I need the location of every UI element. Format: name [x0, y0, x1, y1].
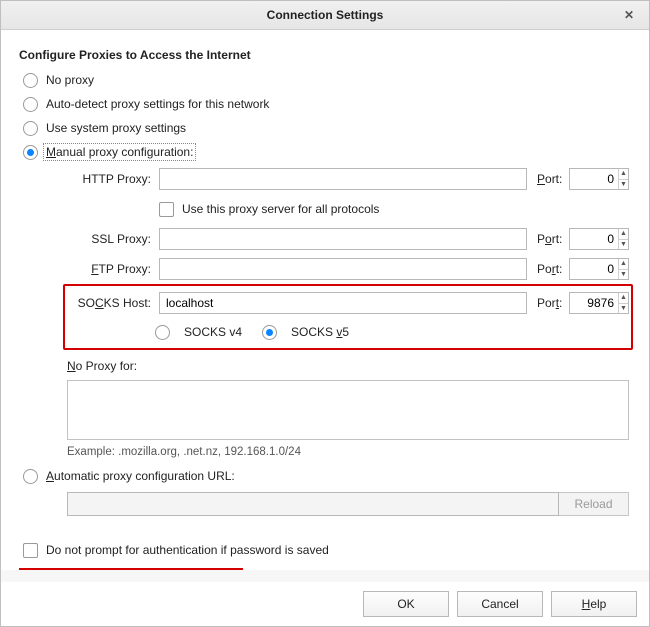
ssl-proxy-label: SSL Proxy: — [67, 232, 155, 246]
highlight-socks: SOCKS Host: Port: ▲▼ SOCKS v4 SOCKS v5 — [63, 284, 633, 350]
radio-system-proxy[interactable]: Use system proxy settings — [19, 116, 631, 140]
dialog-footer: OK Cancel Help — [1, 582, 649, 626]
ftp-proxy-row: FTP Proxy: Port: ▲▼ — [67, 254, 629, 284]
http-proxy-label: HTTP Proxy: — [67, 172, 155, 186]
radio-icon — [23, 469, 38, 484]
content-area: Configure Proxies to Access the Internet… — [1, 30, 649, 570]
window-title: Connection Settings — [267, 8, 384, 22]
radio-socks-v5[interactable]: SOCKS v5 — [291, 325, 349, 339]
socks-port-input[interactable] — [570, 295, 618, 311]
port-label: Port: — [537, 232, 565, 246]
socks-version-row: SOCKS v4 SOCKS v5 — [155, 318, 629, 346]
http-port-stepper[interactable]: ▲▼ — [569, 168, 629, 190]
no-proxy-for-input[interactable] — [67, 380, 629, 440]
dialog-window: Connection Settings ✕ Configure Proxies … — [0, 0, 650, 627]
pac-url-row: Reload — [67, 492, 629, 518]
ftp-proxy-input[interactable] — [159, 258, 527, 280]
ok-button[interactable]: OK — [363, 591, 449, 617]
radio-icon — [23, 145, 38, 160]
port-label: Port: — [537, 262, 565, 276]
socks-host-label: SOCKS Host: — [67, 296, 155, 310]
stepper-arrows-icon[interactable]: ▲▼ — [618, 259, 628, 279]
check-no-auth-prompt[interactable]: Do not prompt for authentication if pass… — [19, 538, 631, 562]
highlight-proxy-dns: Proxy DNS when using SOCKS v5 — [19, 568, 243, 570]
ftp-port-input[interactable] — [570, 261, 618, 277]
radio-auto-config-url[interactable]: Automatic proxy configuration URL: — [19, 464, 631, 488]
radio-label: Manual proxy configuration: — [43, 143, 196, 161]
section-header: Configure Proxies to Access the Internet — [19, 48, 631, 62]
close-icon[interactable]: ✕ — [615, 1, 643, 29]
reload-button: Reload — [559, 492, 629, 516]
ftp-port-stepper[interactable]: ▲▼ — [569, 258, 629, 280]
proxy-grid: HTTP Proxy: Port: ▲▼ Use this proxy serv… — [67, 164, 629, 350]
checkbox-label: Do not prompt for authentication if pass… — [46, 543, 329, 557]
http-proxy-input[interactable] — [159, 168, 527, 190]
radio-socks-v4[interactable]: SOCKS v4 — [184, 325, 242, 339]
help-button[interactable]: Help — [551, 591, 637, 617]
ssl-proxy-input[interactable] — [159, 228, 527, 250]
no-proxy-example: Example: .mozilla.org, .net.nz, 192.168.… — [67, 446, 631, 458]
cancel-button[interactable]: Cancel — [457, 591, 543, 617]
radio-auto-detect[interactable]: Auto-detect proxy settings for this netw… — [19, 92, 631, 116]
radio-icon[interactable] — [155, 325, 170, 340]
radio-manual[interactable]: Manual proxy configuration: — [19, 140, 631, 164]
radio-label: Auto-detect proxy settings for this netw… — [46, 97, 269, 111]
radio-label: Use system proxy settings — [46, 121, 186, 135]
radio-icon[interactable] — [262, 325, 277, 340]
checkbox-label: Use this proxy server for all protocols — [182, 202, 379, 216]
http-port-input[interactable] — [570, 171, 618, 187]
radio-icon — [23, 73, 38, 88]
use-all-protocols[interactable]: Use this proxy server for all protocols — [159, 194, 629, 224]
radio-icon — [23, 121, 38, 136]
stepper-arrows-icon[interactable]: ▲▼ — [618, 169, 628, 189]
socks-port-stepper[interactable]: ▲▼ — [569, 292, 629, 314]
no-proxy-for-label: No Proxy for: — [67, 354, 631, 378]
titlebar: Connection Settings ✕ — [1, 1, 649, 30]
stepper-arrows-icon[interactable]: ▲▼ — [618, 293, 628, 313]
ssl-proxy-row: SSL Proxy: Port: ▲▼ — [67, 224, 629, 254]
ssl-port-input[interactable] — [570, 231, 618, 247]
pac-url-input — [67, 492, 559, 516]
socks-host-row: SOCKS Host: Port: ▲▼ — [67, 288, 629, 318]
port-label: Port: — [537, 296, 565, 310]
socks-host-input[interactable] — [159, 292, 527, 314]
http-proxy-row: HTTP Proxy: Port: ▲▼ — [67, 164, 629, 194]
ssl-port-stepper[interactable]: ▲▼ — [569, 228, 629, 250]
stepper-arrows-icon[interactable]: ▲▼ — [618, 229, 628, 249]
radio-label: Automatic proxy configuration URL: — [46, 469, 235, 483]
port-label: Port: — [537, 172, 565, 186]
ftp-proxy-label: FTP Proxy: — [67, 262, 155, 276]
checkbox-icon — [159, 202, 174, 217]
checkbox-icon — [23, 543, 38, 558]
radio-label: No proxy — [46, 73, 94, 87]
radio-icon — [23, 97, 38, 112]
radio-no-proxy[interactable]: No proxy — [19, 68, 631, 92]
